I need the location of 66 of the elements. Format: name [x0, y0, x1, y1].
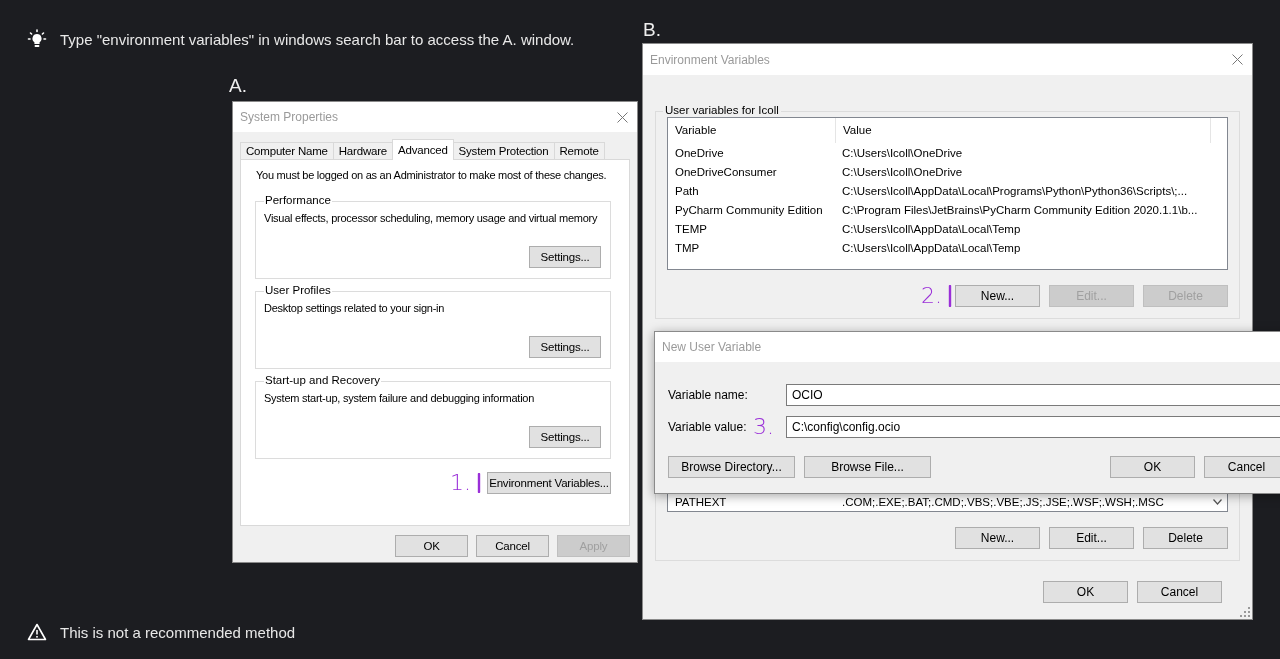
settings-button[interactable]: Settings...	[529, 336, 601, 358]
warning-icon	[27, 623, 47, 641]
list-cell-text: TEMP	[674, 222, 708, 235]
dialog-button[interactable]: Cancel	[476, 535, 549, 557]
list-cell-text: C:\Users\Icoll\AppData\Local\Temp	[841, 241, 1021, 254]
group-description: Visual effects, processor scheduling, memory usage and virtual memory	[264, 212, 599, 224]
window-marker: A.	[229, 75, 247, 97]
close-icon[interactable]	[1232, 54, 1243, 65]
tab[interactable]: Advanced	[392, 139, 454, 160]
settings-button[interactable]: Settings...	[529, 426, 601, 448]
settings-button[interactable]: Settings...	[529, 246, 601, 268]
handwritten-annotation: 3.	[753, 416, 774, 438]
resize-grip-icon[interactable]	[1240, 607, 1250, 617]
dialog-button[interactable]: OK	[1110, 456, 1195, 478]
list-cell-text: Path	[674, 184, 700, 197]
list-cell-text: C:\Users\Icoll\OneDrive	[841, 146, 963, 159]
field-label: Variable name:	[668, 388, 749, 402]
group-description: System start-up, system failure and debugging information	[264, 392, 536, 404]
admin-note: You must be logged on as an Administrator to make most of these changes.	[255, 169, 608, 181]
list-cell-text: PATHEXT	[674, 496, 728, 508]
list-cell-text: C:\Program Files\JetBrains\PyCharm Community Edition 2020.1.1\b...	[841, 203, 1198, 216]
column-header[interactable]: Variable	[668, 118, 836, 143]
list-cell-text: OneDriveConsumer	[674, 165, 778, 178]
list-action-button[interactable]: New...	[955, 527, 1040, 549]
window-title: New User Variable	[662, 340, 762, 354]
handwritten-annotation: 1.	[450, 472, 471, 494]
pen-stroke	[948, 285, 952, 307]
tab[interactable]: System Protection	[452, 142, 555, 160]
list-cell-text: C:\Users\Icoll\AppData\Local\Temp	[841, 222, 1021, 235]
dialog-button[interactable]: Cancel	[1204, 456, 1280, 478]
list-action-button[interactable]: Edit...	[1049, 527, 1134, 549]
input-field[interactable]: C:\config\config.ocio	[786, 416, 1280, 438]
list-cell-text: .COM;.EXE;.BAT;.CMD;.VBS;.VBE;.JS;.JSE;.WSF;.WSH;.MSC	[841, 496, 1164, 508]
column-header[interactable]: Value	[836, 118, 1211, 143]
input-field[interactable]: OCIO	[786, 384, 1280, 406]
list-cell-text: TMP	[674, 241, 701, 254]
environment-variables-button[interactable]: Environment Variables...	[487, 472, 611, 494]
scroll-down-icon[interactable]	[1213, 499, 1222, 505]
list-action-button[interactable]: New...	[955, 285, 1040, 307]
list-cell-text: OneDrive	[674, 146, 725, 159]
browse-button[interactable]: Browse File...	[804, 456, 931, 478]
group-title: User Profiles	[264, 284, 332, 296]
tab[interactable]: Remote	[553, 142, 605, 160]
group-title: Start-up and Recovery	[264, 374, 382, 386]
list-cell-text: PyCharm Community Edition	[674, 203, 824, 216]
pen-stroke	[477, 473, 481, 493]
window-marker: B.	[643, 19, 661, 41]
warning-text: This is not a recommended method	[60, 623, 296, 641]
group-description: Desktop settings related to your sign-in	[264, 302, 446, 314]
lightbulb-icon	[27, 29, 47, 49]
browse-button[interactable]: Browse Directory...	[668, 456, 795, 478]
handwritten-annotation: 2.	[921, 285, 942, 307]
window-title: System Properties	[240, 110, 339, 124]
group-title: User variables for Icoll	[663, 104, 781, 116]
field-label: Variable value:	[668, 420, 748, 434]
list-cell-text: C:\Users\Icoll\OneDrive	[841, 165, 963, 178]
tip-text: Type "environment variables" in windows search bar to access the A. window.	[60, 30, 575, 48]
close-icon[interactable]	[617, 111, 628, 123]
dialog-button[interactable]: OK	[395, 535, 468, 557]
list-action-button[interactable]: Delete	[1143, 527, 1228, 549]
dialog-button[interactable]: OK	[1043, 581, 1128, 603]
window-title: Environment Variables	[650, 52, 770, 67]
dialog-button[interactable]: Cancel	[1137, 581, 1222, 603]
group-title: Performance	[264, 194, 332, 206]
list-cell-text: C:\Users\Icoll\AppData\Local\Programs\Python\Python36\Scripts\;...	[841, 184, 1188, 197]
tab[interactable]: Computer Name	[240, 142, 334, 160]
